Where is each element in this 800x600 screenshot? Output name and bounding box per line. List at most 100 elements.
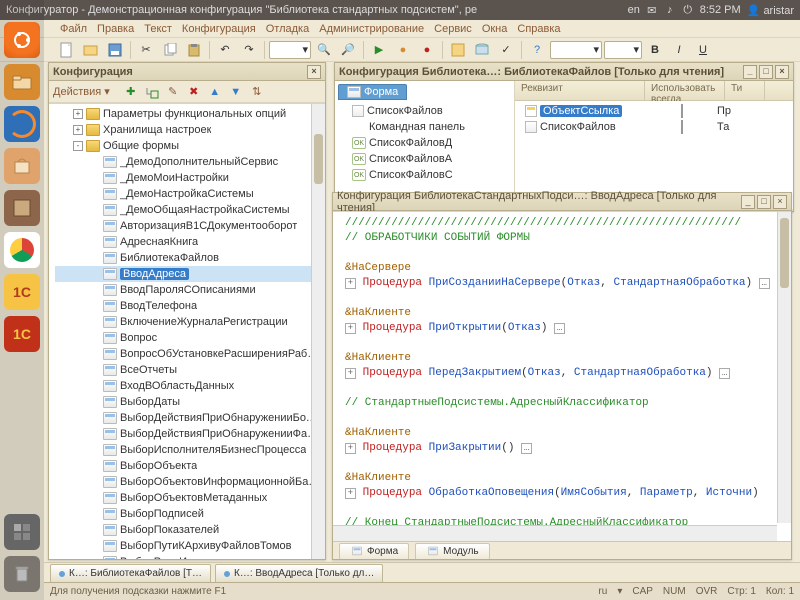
menu-item[interactable]: Текст: [144, 20, 172, 38]
form-element-item[interactable]: OKСписокФайловА: [338, 151, 511, 167]
menu-item[interactable]: Справка: [517, 20, 560, 38]
form-editor-title[interactable]: Конфигурация Библиотека…: БиблиотекаФайл…: [335, 63, 793, 81]
tree-form-item[interactable]: _ДемоМоиНастройки: [55, 170, 325, 186]
find-next-icon[interactable]: 🔎: [337, 40, 359, 60]
code-editor-title[interactable]: Конфигурация БиблиотекаСтандартныхПодси……: [333, 193, 791, 211]
code-hscrollbar[interactable]: [333, 525, 777, 541]
debug-step-icon[interactable]: ●: [392, 40, 414, 60]
tree-form-item[interactable]: _ДемоДополнительныйСервис: [55, 154, 325, 170]
tree-form-item[interactable]: ВходВОбластьДанных: [55, 378, 325, 394]
grid-column-header[interactable]: Использовать всегда: [645, 81, 725, 100]
tree-form-item[interactable]: ВключениеЖурналаРегистрации: [55, 314, 325, 330]
tree-form-item[interactable]: ВыборОбъекта: [55, 458, 325, 474]
menu-item[interactable]: Файл: [60, 20, 87, 38]
undo-icon[interactable]: ↶: [214, 40, 236, 60]
tree-form-item[interactable]: ВыборРолиИсполнителя: [55, 554, 325, 559]
scale-combo[interactable]: ▾: [269, 41, 311, 59]
underline-icon[interactable]: U: [692, 40, 714, 60]
cut-icon[interactable]: ✂: [135, 40, 157, 60]
copy-icon[interactable]: [159, 40, 181, 60]
size-combo[interactable]: ▾: [604, 41, 642, 59]
tree-form-item[interactable]: ВопросОбУстановкеРасширенияРаботы…: [55, 346, 325, 362]
tree-form-item[interactable]: Вопрос: [55, 330, 325, 346]
generic-app-icon[interactable]: [4, 190, 40, 226]
save-icon[interactable]: [104, 40, 126, 60]
font-combo[interactable]: ▾: [550, 41, 602, 59]
menu-item[interactable]: Администрирование: [319, 20, 424, 38]
tree-form-item[interactable]: АдреснаяКнига: [55, 234, 325, 250]
1c-red-icon[interactable]: 1C: [4, 316, 40, 352]
grid-column-header[interactable]: Ти: [725, 81, 765, 100]
menu-item[interactable]: Отладка: [266, 20, 309, 38]
menu-item[interactable]: Окна: [482, 20, 508, 38]
tree-form-item[interactable]: ВыборДействияПриОбнаруженииФайлаДа…: [55, 426, 325, 442]
tree-form-item[interactable]: _ДемоНастройкаСистемы: [55, 186, 325, 202]
speaker-icon[interactable]: ♪: [664, 4, 676, 16]
tree-form-item[interactable]: ВыборОбъектовМетаданных: [55, 490, 325, 506]
config-tree[interactable]: +Параметры функциональных опций+Хранилищ…: [49, 103, 325, 559]
tree-form-item[interactable]: ВыборДаты: [55, 394, 325, 410]
grid-column-header[interactable]: Реквизит: [515, 81, 645, 100]
italic-icon[interactable]: I: [668, 40, 690, 60]
tree-form-item[interactable]: _ДемоОбщаяНастройкаСистемы: [55, 202, 325, 218]
tree-form-item[interactable]: ВводТелефона: [55, 298, 325, 314]
tree-form-item[interactable]: ВыборОбъектовИнформационнойБазыИК…: [55, 474, 325, 490]
software-center-icon[interactable]: [4, 148, 40, 184]
document-tab[interactable]: К…: БиблиотекаФайлов [Т…: [50, 564, 211, 582]
minimize-icon[interactable]: _: [743, 65, 757, 79]
sort-icon[interactable]: ⇅: [248, 83, 266, 101]
delete-icon[interactable]: ✖: [185, 83, 203, 101]
editor-bottom-tab[interactable]: Модуль: [415, 543, 489, 559]
tree-form-item[interactable]: ВыборПоказателей: [55, 522, 325, 538]
syntax-check-icon[interactable]: ✓: [495, 40, 517, 60]
tree-form-item[interactable]: АвторизацияВ1СДокументооборот: [55, 218, 325, 234]
document-tab[interactable]: К…: ВводАдреса [Только дл…: [215, 564, 383, 582]
menu-item[interactable]: Правка: [97, 20, 134, 38]
tree-form-item[interactable]: БиблиотекаФайлов: [55, 250, 325, 266]
menu-item[interactable]: Сервис: [434, 20, 472, 38]
dropdown-icon[interactable]: ▾: [104, 85, 110, 98]
form-tab[interactable]: Форма: [338, 84, 407, 100]
tree-form-item[interactable]: ВыборПодписей: [55, 506, 325, 522]
maximize-icon[interactable]: □: [759, 65, 773, 79]
chrome-icon[interactable]: [4, 232, 40, 268]
move-up-icon[interactable]: ▲: [206, 83, 224, 101]
maximize-icon[interactable]: □: [757, 195, 771, 209]
redo-icon[interactable]: ↷: [238, 40, 260, 60]
search-icon[interactable]: 🔍: [313, 40, 335, 60]
help-icon[interactable]: ?: [526, 40, 548, 60]
add-child-icon[interactable]: [143, 83, 161, 101]
mail-icon[interactable]: ✉: [646, 4, 658, 16]
power-icon[interactable]: ⏻: [682, 4, 694, 16]
trash-icon[interactable]: [4, 556, 40, 592]
grid-row[interactable]: СписокФайловТа: [517, 119, 791, 135]
tree-form-item[interactable]: ВсеОтчеты: [55, 362, 325, 378]
keyboard-lang-indicator[interactable]: en: [628, 4, 640, 16]
form-element-item[interactable]: OKСписокФайловД: [338, 135, 511, 151]
close-icon[interactable]: ×: [775, 65, 789, 79]
menu-item[interactable]: Конфигурация: [182, 20, 256, 38]
edit-icon[interactable]: ✎: [164, 83, 182, 101]
debug-run-icon[interactable]: ▶: [368, 40, 390, 60]
close-icon[interactable]: ×: [773, 195, 787, 209]
ubuntu-dash-icon[interactable]: [4, 22, 40, 58]
paste-icon[interactable]: [183, 40, 205, 60]
form-element-item[interactable]: Командная панель: [338, 119, 511, 135]
move-down-icon[interactable]: ▼: [227, 83, 245, 101]
workspace-switcher-icon[interactable]: [4, 514, 40, 550]
1c-yellow-icon[interactable]: 1C: [4, 274, 40, 310]
open-folder-icon[interactable]: [80, 40, 102, 60]
form-element-item[interactable]: OKСписокФайловС: [338, 167, 511, 183]
tree-form-item[interactable]: ВыборДействияПриОбнаруженииБолееН…: [55, 410, 325, 426]
add-icon[interactable]: ✚: [122, 83, 140, 101]
tree-form-item[interactable]: ВыборИсполнителяБизнесПроцесса: [55, 442, 325, 458]
tree-branch[interactable]: -Общие формы: [55, 138, 325, 154]
grid-row[interactable]: ОбъектСсылкаПр: [517, 103, 791, 119]
tree-scrollbar[interactable]: [311, 104, 325, 559]
bold-icon[interactable]: B: [644, 40, 666, 60]
debug-breakpoint-icon[interactable]: ●: [416, 40, 438, 60]
code-editor-body[interactable]: ////////////////////////////////////////…: [333, 211, 791, 541]
config-db-icon[interactable]: [471, 40, 493, 60]
minimize-icon[interactable]: _: [741, 195, 755, 209]
code-vscrollbar[interactable]: [777, 212, 791, 523]
